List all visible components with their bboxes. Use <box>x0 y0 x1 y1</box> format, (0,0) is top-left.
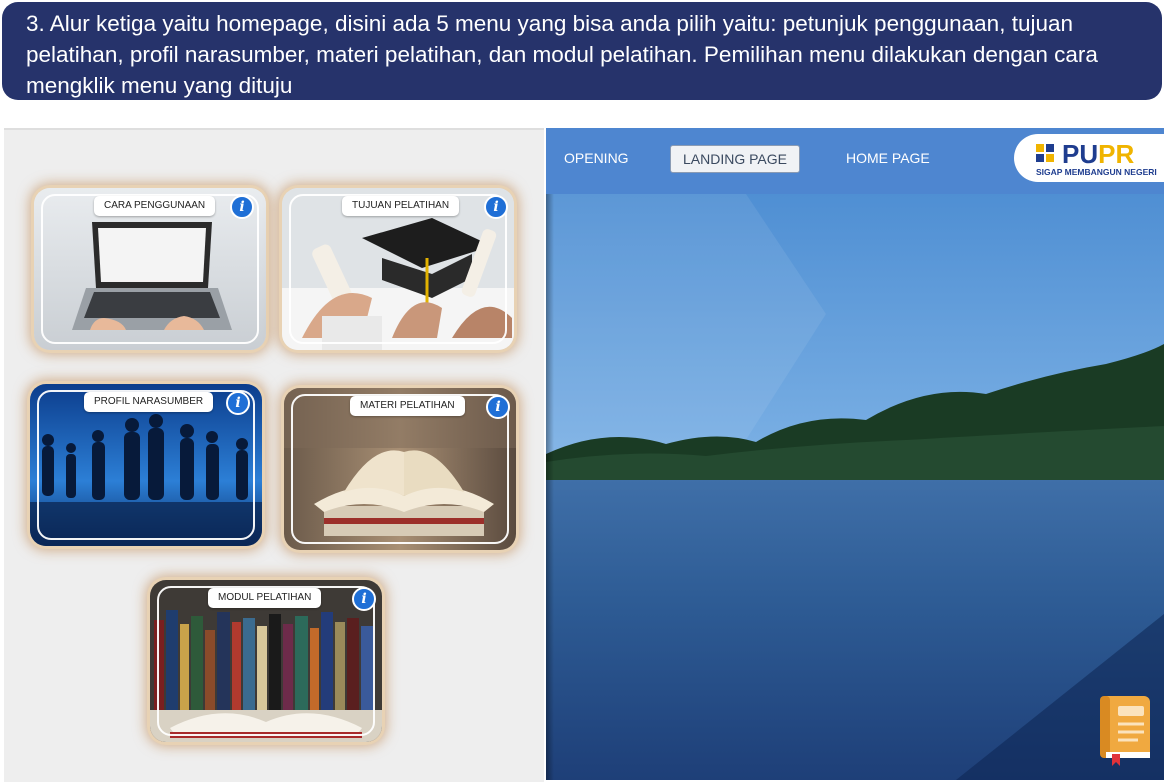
menu-card-profil-narasumber[interactable]: PROFIL NARASUMBER i <box>30 384 262 546</box>
landing-page-preview: OPENING LANDING PAGE HOME PAGE PUPR SIGA… <box>546 128 1164 780</box>
info-icon[interactable]: i <box>484 195 508 219</box>
nav-home-page[interactable]: HOME PAGE <box>846 150 930 166</box>
info-icon[interactable]: i <box>352 587 376 611</box>
pupr-emblem-icon <box>1036 144 1054 162</box>
nav-landing-page[interactable]: LANDING PAGE <box>670 145 800 173</box>
info-icon[interactable]: i <box>226 391 250 415</box>
info-icon[interactable]: i <box>230 195 254 219</box>
lake-background-image <box>546 194 1164 780</box>
logo-text-pu: PU <box>1062 139 1099 169</box>
card-frame <box>289 194 507 344</box>
card-label: PROFIL NARASUMBER <box>84 392 214 412</box>
logo-tagline: SIGAP MEMBANGUN NEGERI <box>1036 167 1157 177</box>
card-label: CARA PENGGUNAAN <box>94 196 216 216</box>
card-frame <box>157 586 375 736</box>
card-label: MATERI PELATIHAN <box>350 396 465 416</box>
logo-text-pr: PR <box>1098 139 1135 169</box>
menu-card-modul-pelatihan[interactable]: MODUL PELATIHAN i <box>150 580 382 742</box>
instruction-text: 3. Alur ketiga yaitu homepage, disini ad… <box>26 11 1098 98</box>
book-icon[interactable] <box>1098 692 1154 766</box>
pupr-logo: PUPR SIGAP MEMBANGUN NEGERI <box>1014 134 1164 182</box>
card-label: MODUL PELATIHAN <box>208 588 322 608</box>
card-frame <box>37 390 255 540</box>
homepage-menu-panel: CARA PENGGUNAAN i TUJUAN PELATIHAN i PRO… <box>4 128 544 782</box>
card-frame <box>291 394 509 544</box>
card-frame <box>41 194 259 344</box>
menu-card-materi-pelatihan[interactable]: MATERI PELATIHAN i <box>284 388 516 550</box>
menu-card-tujuan-pelatihan[interactable]: TUJUAN PELATIHAN i <box>282 188 514 350</box>
menu-card-cara-penggunaan[interactable]: CARA PENGGUNAAN i <box>34 188 266 350</box>
card-label: TUJUAN PELATIHAN <box>342 196 460 216</box>
info-icon[interactable]: i <box>486 395 510 419</box>
instruction-banner: 3. Alur ketiga yaitu homepage, disini ad… <box>2 2 1162 100</box>
logo-wordmark: PUPR <box>1062 139 1134 170</box>
top-navbar: OPENING LANDING PAGE HOME PAGE PUPR SIGA… <box>546 128 1164 194</box>
panel-edge-shadow <box>546 128 554 780</box>
nav-opening[interactable]: OPENING <box>564 150 629 166</box>
